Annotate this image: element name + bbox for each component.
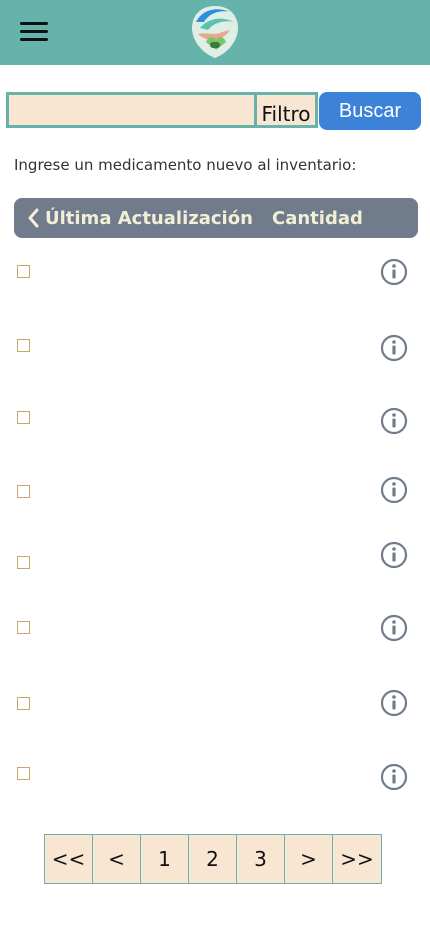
info-icon[interactable] bbox=[380, 334, 408, 362]
info-icon[interactable] bbox=[380, 689, 408, 717]
info-icon[interactable] bbox=[380, 476, 408, 504]
next-page-button[interactable]: > bbox=[285, 835, 333, 883]
page-2-button[interactable]: 2 bbox=[189, 835, 237, 883]
page-3-button[interactable]: 3 bbox=[237, 835, 285, 883]
row-checkbox[interactable] bbox=[17, 339, 30, 352]
row-checkbox[interactable] bbox=[17, 621, 30, 634]
row-checkbox[interactable] bbox=[17, 265, 30, 278]
instruction-text: Ingrese un medicamento nuevo al inventar… bbox=[14, 156, 357, 174]
prev-page-button[interactable]: < bbox=[93, 835, 141, 883]
chevron-left-icon[interactable] bbox=[26, 207, 40, 229]
info-icon[interactable] bbox=[380, 614, 408, 642]
column-header-last-updated[interactable]: Última Actualización bbox=[45, 208, 253, 229]
first-page-button[interactable]: << bbox=[45, 835, 93, 883]
filter-dropdown[interactable]: Filtro bbox=[254, 92, 318, 128]
app-header bbox=[0, 0, 430, 65]
pagination: << < 1 2 3 > >> bbox=[44, 834, 382, 884]
row-checkbox[interactable] bbox=[17, 767, 30, 780]
info-icon[interactable] bbox=[380, 763, 408, 791]
search-bar: Filtro Buscar bbox=[6, 92, 422, 130]
column-header-quantity[interactable]: Cantidad bbox=[272, 208, 363, 229]
page-1-button[interactable]: 1 bbox=[141, 835, 189, 883]
table-header: Última Actualización Cantidad bbox=[14, 198, 418, 238]
info-icon[interactable] bbox=[380, 258, 408, 286]
last-page-button[interactable]: >> bbox=[333, 835, 381, 883]
row-checkbox[interactable] bbox=[17, 411, 30, 424]
search-button[interactable]: Buscar bbox=[319, 92, 421, 130]
hamburger-menu-icon[interactable] bbox=[20, 20, 48, 44]
row-checkbox[interactable] bbox=[17, 697, 30, 710]
row-checkbox[interactable] bbox=[17, 485, 30, 498]
hands-heart-logo-icon[interactable] bbox=[186, 2, 244, 60]
info-icon[interactable] bbox=[380, 541, 408, 569]
row-checkbox[interactable] bbox=[17, 556, 30, 569]
search-input[interactable] bbox=[6, 92, 260, 128]
info-icon[interactable] bbox=[380, 407, 408, 435]
